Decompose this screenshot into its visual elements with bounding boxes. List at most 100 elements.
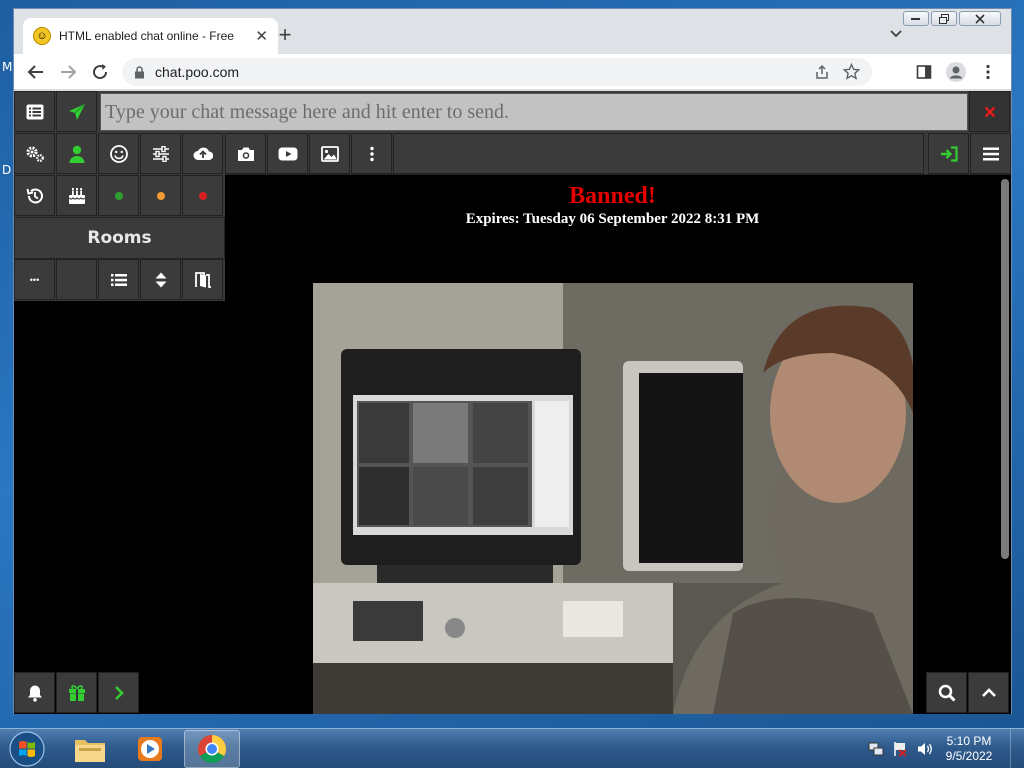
chrome-logo-icon [198, 735, 226, 763]
scroll-top-button[interactable] [968, 672, 1009, 713]
desktop-icon-label[interactable]: M [2, 60, 12, 74]
image-button[interactable] [309, 133, 350, 174]
search-button[interactable] [926, 672, 967, 713]
profile-button[interactable] [944, 60, 968, 84]
share-icon[interactable] [814, 64, 830, 80]
desktop-icon-label[interactable]: D [2, 163, 11, 177]
status-online-button[interactable] [98, 175, 139, 216]
chrome-taskbar-button[interactable] [184, 730, 240, 768]
media-player-icon [138, 737, 162, 761]
system-tray: 5:10 PM 9/5/2022 [868, 729, 1024, 768]
send-button[interactable] [56, 91, 97, 132]
rooms-button[interactable]: Rooms [14, 217, 225, 259]
bell-icon [27, 685, 42, 702]
content-scrollbar[interactable] [1001, 179, 1009, 559]
bullet-list-icon [110, 273, 127, 286]
login-button[interactable] [928, 133, 969, 174]
tab-close-icon[interactable]: ✕ [255, 27, 268, 45]
message-bar [14, 91, 1011, 133]
list-icon [26, 104, 43, 119]
back-arrow-icon [27, 65, 43, 79]
new-tab-button[interactable]: + [274, 24, 296, 46]
reload-icon [93, 64, 108, 80]
sort-button[interactable] [140, 259, 181, 300]
hamburger-menu-button[interactable] [970, 133, 1011, 174]
user-profile-button[interactable] [56, 133, 97, 174]
chat-list-button[interactable] [14, 91, 55, 132]
tab-strip: ☺ HTML enabled chat online - Free ✕ + [14, 9, 1011, 54]
back-button[interactable] [24, 60, 48, 84]
reload-button[interactable] [88, 60, 112, 84]
youtube-play-icon [278, 147, 297, 160]
camera-button[interactable] [225, 133, 266, 174]
chat-page: Rooms ••• [14, 91, 1011, 714]
history-button[interactable] [14, 175, 55, 216]
rooms-tool-row: ••• [14, 259, 225, 301]
browser-tab[interactable]: ☺ HTML enabled chat online - Free ✕ [23, 18, 278, 54]
profile-avatar-icon [946, 62, 966, 82]
camera-icon [237, 147, 254, 161]
vertical-dots-icon [369, 146, 374, 161]
network-icon[interactable] [868, 741, 884, 757]
upload-button[interactable] [182, 133, 223, 174]
url-text: chat.poo.com [155, 64, 240, 80]
lock-icon [135, 65, 144, 78]
exit-room-button[interactable] [182, 259, 223, 300]
media-toolbar [225, 133, 1011, 175]
cloud-upload-icon [193, 147, 213, 160]
orange-status-dot-icon [156, 191, 165, 200]
status-away-button[interactable] [140, 175, 181, 216]
red-status-dot-icon [198, 191, 207, 200]
taskbar: 5:10 PM 9/5/2022 [0, 728, 1024, 768]
volume-icon[interactable] [916, 741, 934, 757]
chat-message-input[interactable] [100, 93, 968, 131]
history-icon [26, 188, 43, 203]
clear-input-button[interactable] [969, 91, 1010, 132]
gears-icon [26, 146, 44, 162]
gift-icon [68, 684, 85, 701]
clock[interactable]: 5:10 PM 9/5/2022 [934, 734, 1004, 764]
forward-button[interactable] [56, 60, 80, 84]
banned-gif-image [313, 283, 913, 714]
man-at-computer-image [313, 283, 913, 714]
windows-logo-icon [9, 731, 45, 767]
status-busy-button[interactable] [182, 175, 223, 216]
forward-arrow-icon [61, 65, 77, 79]
address-bar[interactable]: chat.poo.com [122, 58, 872, 86]
empty-slot-button[interactable] [56, 259, 97, 300]
hamburger-icon [982, 147, 999, 160]
search-icon [938, 684, 956, 702]
image-icon [320, 145, 339, 162]
action-center-flag-icon[interactable] [892, 741, 908, 757]
room-list-button[interactable] [98, 259, 139, 300]
youtube-button[interactable] [267, 133, 308, 174]
sidebar-status-row [14, 175, 225, 217]
chevron-up-icon [981, 687, 996, 697]
side-panel-button[interactable] [912, 60, 936, 84]
grinning-face-icon: ☺ [33, 27, 51, 45]
chat-content-area: Banned! Expires: Tuesday 06 September 20… [225, 175, 1011, 714]
left-sidebar: Rooms ••• [14, 133, 225, 714]
show-desktop-button[interactable] [1010, 729, 1024, 768]
adjustments-button[interactable] [140, 133, 181, 174]
media-player-taskbar-button[interactable] [122, 730, 178, 768]
notifications-button[interactable] [14, 672, 55, 713]
bookmark-star-icon[interactable] [843, 63, 860, 80]
paper-plane-icon [68, 103, 85, 120]
explorer-taskbar-button[interactable] [62, 730, 118, 768]
gift-button[interactable] [56, 672, 97, 713]
birthday-button[interactable] [56, 175, 97, 216]
emoji-button[interactable] [98, 133, 139, 174]
close-x-icon [984, 106, 995, 117]
browser-menu-button[interactable] [976, 60, 1000, 84]
start-button[interactable] [4, 730, 50, 768]
clock-date: 9/5/2022 [945, 749, 993, 763]
settings-button[interactable] [14, 133, 55, 174]
more-rooms-button[interactable]: ••• [14, 259, 55, 300]
expand-panel-button[interactable] [98, 672, 139, 713]
sidebar-tool-row [14, 133, 225, 175]
folder-icon [75, 740, 105, 762]
tab-search-chevron-icon[interactable] [889, 27, 903, 41]
browser-toolbar: chat.poo.com [14, 54, 1011, 90]
more-options-button[interactable] [351, 133, 392, 174]
